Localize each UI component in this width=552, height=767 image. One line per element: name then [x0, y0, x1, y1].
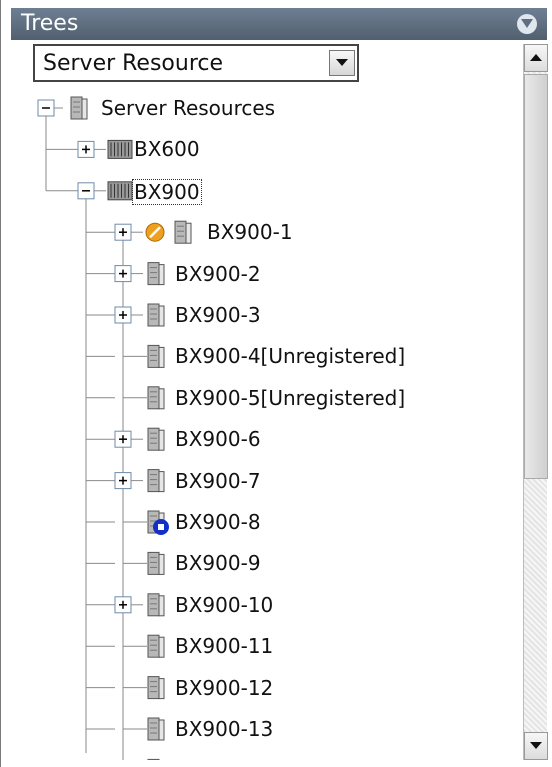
tree-node-server[interactable]: BX900-3: [175, 303, 261, 327]
server-icon: [147, 717, 165, 741]
expand-node-icon[interactable]: [114, 472, 132, 490]
tree-node-server[interactable]: BX900-10: [175, 593, 273, 617]
arrow-down-icon: [530, 742, 542, 749]
tree-node-server[interactable]: BX900-13: [175, 717, 273, 741]
chassis-icon: [107, 139, 133, 159]
server-icon: [147, 634, 165, 658]
scrollbar-thumb[interactable]: [524, 74, 548, 479]
panel-titlebar: Trees: [11, 8, 547, 40]
server-icon: [147, 676, 165, 700]
tree-connector-lines: [37, 96, 192, 760]
expand-node-icon[interactable]: [114, 223, 132, 241]
scroll-down-button[interactable]: [524, 732, 548, 760]
server-group-icon: [70, 96, 88, 120]
server-icon: [147, 593, 165, 617]
tree-node-server[interactable]: BX900-6: [175, 427, 261, 451]
dropdown-arrow-button[interactable]: [329, 50, 355, 76]
server-icon: [147, 469, 165, 493]
expand-node-icon[interactable]: [114, 596, 132, 614]
server-icon: [147, 427, 165, 451]
tree-node-server[interactable]: BX900-1: [207, 220, 293, 244]
tree-node-server[interactable]: BX900-12: [175, 676, 273, 700]
scroll-up-button[interactable]: [524, 44, 548, 72]
vertical-scrollbar[interactable]: [523, 44, 548, 760]
chevron-down-icon: [521, 19, 533, 28]
server-icon: [147, 344, 165, 368]
tree-node-chassis[interactable]: BX900: [132, 178, 202, 205]
tree-node-server[interactable]: BX900-4[Unregistered]: [175, 344, 405, 368]
expand-node-icon[interactable]: [77, 140, 95, 158]
tree-node-root[interactable]: Server Resources: [101, 96, 275, 120]
server-icon: [174, 220, 192, 244]
server-icon: [147, 386, 165, 410]
tree-node-server[interactable]: BX900-5[Unregistered]: [175, 386, 405, 410]
tree-node-server[interactable]: BX900-9: [175, 551, 261, 575]
resource-type-select[interactable]: Server Resource: [33, 44, 359, 82]
server-icon: [147, 262, 165, 286]
server-icon: [147, 303, 165, 327]
panel-title: Trees: [21, 11, 79, 36]
tree-node-server[interactable]: BX900-7: [175, 469, 261, 493]
stopped-status-icon: [145, 222, 165, 242]
collapse-node-icon[interactable]: [77, 182, 95, 200]
tree-node-server[interactable]: BX900-8: [175, 510, 261, 534]
collapse-node-icon[interactable]: [37, 99, 55, 117]
tree-node-server[interactable]: BX900-2: [175, 262, 261, 286]
resource-tree: Server Resources BX600 BX900 BX900-1 BX900-2…: [11, 86, 523, 760]
maintenance-status-icon: [153, 519, 169, 535]
chevron-down-icon: [336, 59, 348, 66]
expand-node-icon[interactable]: [114, 265, 132, 283]
server-icon: [147, 551, 165, 575]
trees-panel: Trees Server Resource Server Resources BX…: [0, 0, 552, 767]
arrow-up-icon: [530, 54, 542, 61]
expand-node-icon[interactable]: [114, 306, 132, 324]
resource-type-value: Server Resource: [43, 51, 224, 76]
collapse-panel-button[interactable]: [517, 14, 537, 34]
chassis-icon: [107, 181, 133, 201]
tree-node-chassis[interactable]: BX600: [134, 137, 200, 161]
tree-node-server[interactable]: BX900-11: [175, 634, 273, 658]
expand-node-icon[interactable]: [114, 430, 132, 448]
server-icon: [147, 758, 160, 760]
